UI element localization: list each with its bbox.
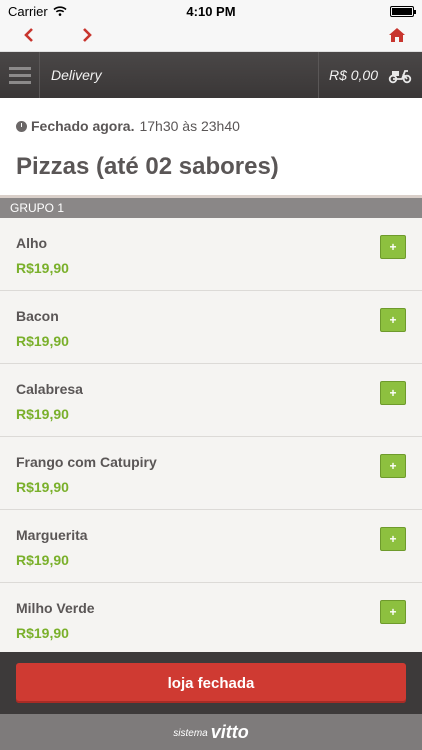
footer-brand-logo: vitto — [210, 721, 249, 742]
product-price: R$19,90 — [16, 479, 69, 495]
list-item: Milho Verde R$19,90 + — [0, 583, 422, 656]
footer: sistema vitto — [0, 714, 422, 750]
product-name: Bacon — [16, 308, 59, 324]
add-button[interactable]: + — [380, 454, 406, 478]
clock-icon — [16, 120, 27, 132]
store-closed-button[interactable]: loja fechada — [16, 663, 406, 703]
footer-prefix: sistema — [173, 728, 208, 739]
list-item: Bacon R$19,90 + — [0, 291, 422, 364]
add-button[interactable]: + — [380, 235, 406, 259]
product-name: Alho — [16, 235, 48, 251]
app-header: Delivery R$ 0,00 — [0, 52, 422, 98]
menu-icon[interactable] — [0, 52, 40, 98]
header-title: Delivery — [51, 67, 102, 83]
product-list: Alho R$19,90 + Bacon R$19,90 + Calabresa… — [0, 218, 422, 656]
add-button[interactable]: + — [380, 600, 406, 624]
cart-total: R$ 0,00 — [328, 67, 378, 83]
nav-arrows — [24, 27, 92, 47]
bottom-bar: loja fechada — [0, 652, 422, 714]
list-item: Alho R$19,90 + — [0, 218, 422, 291]
product-name: Marguerita — [16, 527, 88, 543]
status-time: 4:10 PM — [186, 4, 236, 19]
store-status: Fechado agora. — [31, 118, 135, 134]
store-hours: 17h30 às 23h40 — [139, 118, 240, 134]
add-button[interactable]: + — [380, 308, 406, 332]
product-price: R$19,90 — [16, 333, 69, 349]
product-name: Frango com Catupiry — [16, 454, 157, 470]
status-bar: Carrier 4:10 PM — [0, 0, 422, 22]
cart-button[interactable]: R$ 0,00 — [317, 52, 422, 98]
forward-icon[interactable] — [82, 27, 92, 47]
add-button[interactable]: + — [380, 527, 406, 551]
nav-bar — [0, 22, 422, 52]
product-price: R$19,90 — [16, 552, 69, 568]
product-name: Milho Verde — [16, 600, 95, 616]
add-button[interactable]: + — [380, 381, 406, 405]
back-icon[interactable] — [24, 27, 34, 47]
home-icon[interactable] — [388, 27, 406, 47]
store-info: Fechado agora. 17h30 às 23h40 — [0, 98, 422, 154]
product-name: Calabresa — [16, 381, 83, 397]
battery-icon — [390, 5, 416, 17]
page-title-wrap: Pizzas (até 02 sabores) — [0, 154, 422, 198]
wifi-icon — [53, 6, 67, 16]
list-item: Marguerita R$19,90 + — [0, 510, 422, 583]
carrier-label: Carrier — [8, 3, 48, 19]
list-item: Calabresa R$19,90 + — [0, 364, 422, 437]
product-price: R$19,90 — [16, 260, 69, 276]
list-item: Frango com Catupiry R$19,90 + — [0, 437, 422, 510]
status-left: Carrier — [8, 4, 67, 19]
product-price: R$19,90 — [16, 406, 69, 422]
page-title: Pizzas (até 02 sabores) — [16, 153, 279, 180]
group-header: GRUPO 1 — [0, 198, 422, 218]
scooter-icon — [388, 70, 412, 84]
product-price: R$19,90 — [16, 625, 69, 641]
